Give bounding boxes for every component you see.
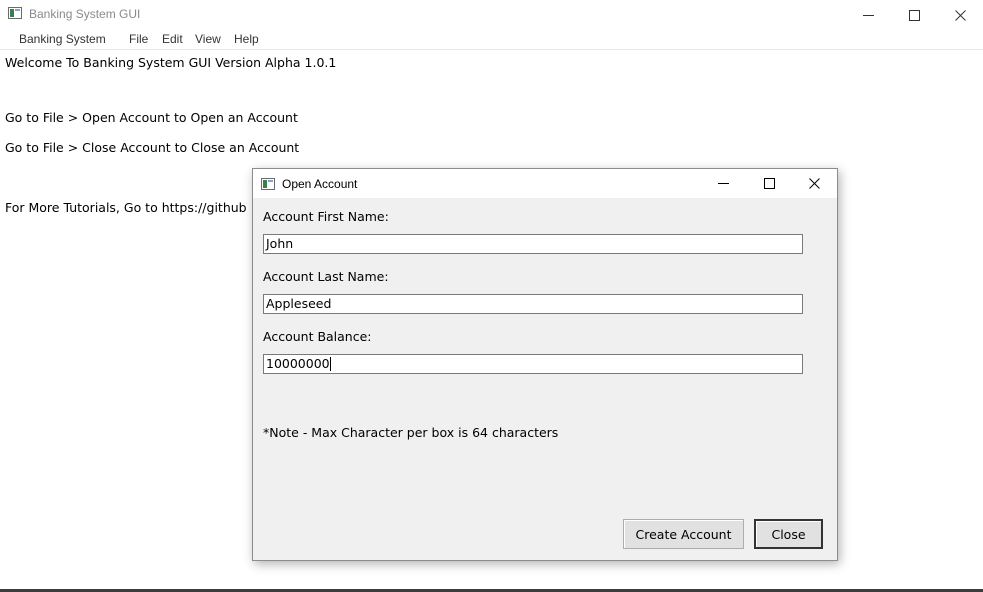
menu-banking-system[interactable]: Banking System xyxy=(19,32,106,46)
close-button[interactable]: Close xyxy=(754,519,823,549)
dialog-titlebar[interactable]: Open Account xyxy=(253,169,837,198)
welcome-text: Welcome To Banking System GUI Version Al… xyxy=(5,55,337,70)
tutorials-text: For More Tutorials, Go to https://github xyxy=(5,200,247,215)
balance-input[interactable]: 10000000 xyxy=(263,354,803,374)
maximize-icon xyxy=(908,9,920,21)
open-account-dialog: Open Account Account First Name: John Ac… xyxy=(252,168,838,561)
balance-label: Account Balance: xyxy=(263,329,372,344)
window-title: Banking System GUI xyxy=(29,7,141,21)
maximize-icon xyxy=(763,178,775,189)
minimize-icon xyxy=(862,14,874,16)
open-account-hint: Go to File > Open Account to Open an Acc… xyxy=(5,110,298,125)
first-name-label: Account First Name: xyxy=(263,209,389,224)
first-name-value: John xyxy=(266,236,294,251)
dialog-close-button[interactable] xyxy=(791,169,837,198)
maximize-button[interactable] xyxy=(891,0,937,30)
menubar: Banking System File Edit View Help xyxy=(0,30,983,50)
close-icon xyxy=(808,178,820,189)
menu-file[interactable]: File xyxy=(129,32,148,46)
dialog-minimize-button[interactable] xyxy=(700,169,746,198)
close-window-button[interactable] xyxy=(937,0,983,30)
menu-help[interactable]: Help xyxy=(234,32,259,46)
close-icon xyxy=(954,9,966,21)
app-window-icon xyxy=(8,7,22,19)
first-name-input[interactable]: John xyxy=(263,234,803,254)
text-caret xyxy=(329,357,331,371)
dialog-maximize-button[interactable] xyxy=(746,169,792,198)
balance-value-wrap: 10000000 xyxy=(266,356,331,372)
create-account-button[interactable]: Create Account xyxy=(623,519,744,549)
dialog-window-icon xyxy=(261,178,275,190)
last-name-input[interactable]: Appleseed xyxy=(263,294,803,314)
close-account-hint: Go to File > Close Account to Close an A… xyxy=(5,140,300,155)
last-name-label: Account Last Name: xyxy=(263,269,389,284)
menu-view[interactable]: View xyxy=(195,32,221,46)
last-name-value: Appleseed xyxy=(266,296,332,311)
minimize-icon xyxy=(717,183,729,184)
menu-edit[interactable]: Edit xyxy=(162,32,183,46)
max-characters-note: *Note - Max Character per box is 64 char… xyxy=(263,425,559,440)
dialog-title: Open Account xyxy=(282,177,358,191)
main-window: Banking System GUI Banking System File E… xyxy=(0,0,983,592)
minimize-button[interactable] xyxy=(845,0,891,30)
balance-value: 10000000 xyxy=(266,356,330,371)
main-titlebar[interactable]: Banking System GUI xyxy=(0,0,983,30)
